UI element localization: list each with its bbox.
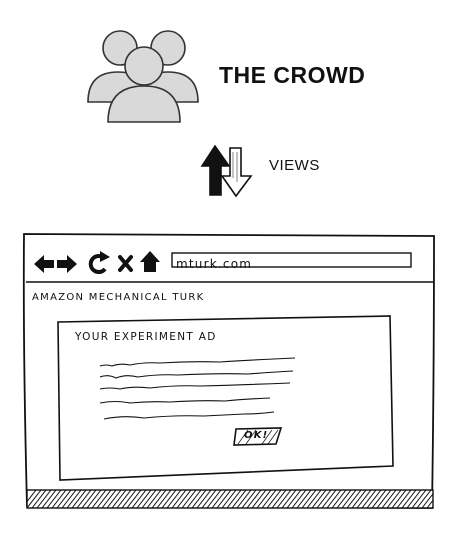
views-label: VIEWS (269, 157, 320, 174)
address-bar-url: mturk.com (176, 257, 253, 271)
ok-button-label: OK! (244, 430, 269, 441)
site-title: AMAZON MECHANICAL TURK (32, 292, 205, 303)
people-group-icon (87, 30, 199, 123)
ad-title: YOUR EXPERIMENT AD (75, 331, 217, 343)
crowd-title: THE CROWD (219, 62, 366, 88)
up-down-arrows-icon (200, 144, 253, 198)
